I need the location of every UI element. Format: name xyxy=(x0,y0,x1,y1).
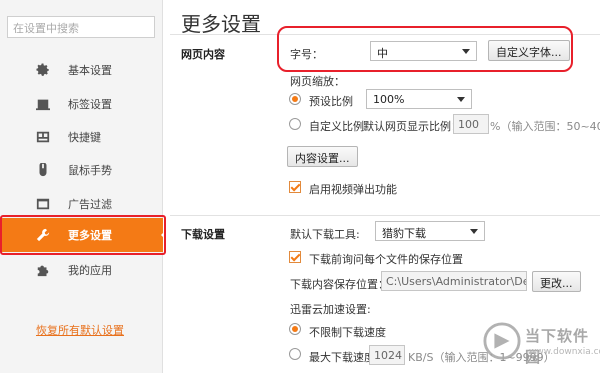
chevron-down-icon xyxy=(470,229,478,234)
preset-ratio-select[interactable]: 100% xyxy=(366,89,472,109)
sidebar-item-my-apps[interactable]: 我的应用 xyxy=(0,253,163,287)
restore-defaults-link[interactable]: 恢复所有默认设置 xyxy=(36,322,124,338)
wrench-icon xyxy=(36,228,50,242)
watermark-url: www.downxia.com xyxy=(529,347,600,357)
tab-icon xyxy=(36,97,50,111)
chevron-down-icon xyxy=(457,97,465,102)
settings-search-input[interactable]: 在设置中搜索 xyxy=(7,16,155,38)
custom-ratio-label: 自定义比例 xyxy=(309,120,364,133)
preset-ratio-label: 预设比例 xyxy=(309,95,353,108)
font-size-label: 字号： xyxy=(290,48,323,61)
mouse-icon xyxy=(36,163,50,177)
sidebar-item-label: 标签设置 xyxy=(68,98,112,111)
divider xyxy=(170,34,600,35)
sidebar-item-more-settings[interactable]: 更多设置 xyxy=(0,218,167,252)
sidebar-item-label: 鼠标手势 xyxy=(68,164,112,177)
sidebar-item-label: 更多设置 xyxy=(68,229,112,242)
preset-ratio-radio[interactable] xyxy=(289,93,301,105)
default-ratio-input[interactable]: 100 xyxy=(453,114,489,134)
section-title-download: 下载设置 xyxy=(181,228,225,241)
sidebar-item-tabs[interactable]: 标签设置 xyxy=(0,87,163,121)
sidebar: 在设置中搜索 基本设置 标签设置 快捷键 鼠标手势 广告过滤 更多设置 我的应用… xyxy=(0,0,167,373)
gear-icon xyxy=(36,63,50,77)
sidebar-item-label: 我的应用 xyxy=(68,264,112,277)
page-title: 更多设置 xyxy=(181,12,261,36)
content-settings-button[interactable]: 内容设置... xyxy=(287,146,358,167)
zoom-label: 网页缩放： xyxy=(290,75,345,88)
chevron-down-icon xyxy=(462,49,470,54)
default-download-tool-select[interactable]: 猎豹下载 xyxy=(375,221,485,241)
save-location-label: 下载内容保存位置： xyxy=(290,278,389,291)
filter-icon xyxy=(36,197,50,211)
custom-font-button[interactable]: 自定义字体... xyxy=(488,40,570,61)
ratio-hint: %（输入范围：50~400） xyxy=(490,120,600,133)
sidebar-item-basic[interactable]: 基本设置 xyxy=(0,53,163,87)
unlimited-speed-radio[interactable] xyxy=(289,323,301,335)
font-size-select[interactable]: 中 xyxy=(370,41,477,61)
sidebar-item-shortcuts[interactable]: 快捷键 xyxy=(0,120,163,154)
ask-save-location-label: 下载前询问每个文件的保存位置 xyxy=(309,253,463,266)
change-location-button[interactable]: 更改... xyxy=(532,271,581,292)
font-size-value: 中 xyxy=(377,47,388,60)
default-ratio-label: 默认网页显示比例： xyxy=(363,120,462,133)
max-speed-label: 最大下载速度 xyxy=(309,351,375,364)
video-popup-label: 启用视频弹出功能 xyxy=(309,183,397,196)
watermark-logo: 当下软件园 www.downxia.com xyxy=(483,320,600,370)
divider xyxy=(170,215,600,216)
sidebar-item-ad-filter[interactable]: 广告过滤 xyxy=(0,187,163,221)
sidebar-item-label: 广告过滤 xyxy=(68,198,112,211)
ask-save-location-checkbox[interactable] xyxy=(289,251,301,263)
xunlei-settings-label: 迅雷云加速设置: xyxy=(290,303,371,316)
watermark-text: 当下软件园 xyxy=(525,327,590,366)
puzzle-icon xyxy=(36,263,50,277)
watermark-icon xyxy=(483,322,521,360)
sidebar-item-label: 基本设置 xyxy=(68,64,112,77)
save-location-input[interactable]: C:\Users\Administrator\Desktop xyxy=(381,271,527,291)
sidebar-item-mouse-gesture[interactable]: 鼠标手势 xyxy=(0,153,163,187)
unlimited-speed-label: 不限制下载速度 xyxy=(309,326,386,339)
max-speed-radio[interactable] xyxy=(289,348,301,360)
active-arrow xyxy=(161,229,167,241)
max-speed-input[interactable]: 1024 xyxy=(369,345,405,365)
video-popup-checkbox[interactable] xyxy=(289,181,301,193)
section-title-web-content: 网页内容 xyxy=(181,48,225,61)
default-download-tool-value: 猎豹下载 xyxy=(382,227,426,240)
default-download-tool-label: 默认下载工具: xyxy=(290,228,360,241)
keyboard-icon xyxy=(36,130,50,144)
custom-ratio-radio[interactable] xyxy=(289,118,301,130)
sidebar-item-label: 快捷键 xyxy=(68,131,101,144)
preset-ratio-value: 100% xyxy=(373,93,405,106)
